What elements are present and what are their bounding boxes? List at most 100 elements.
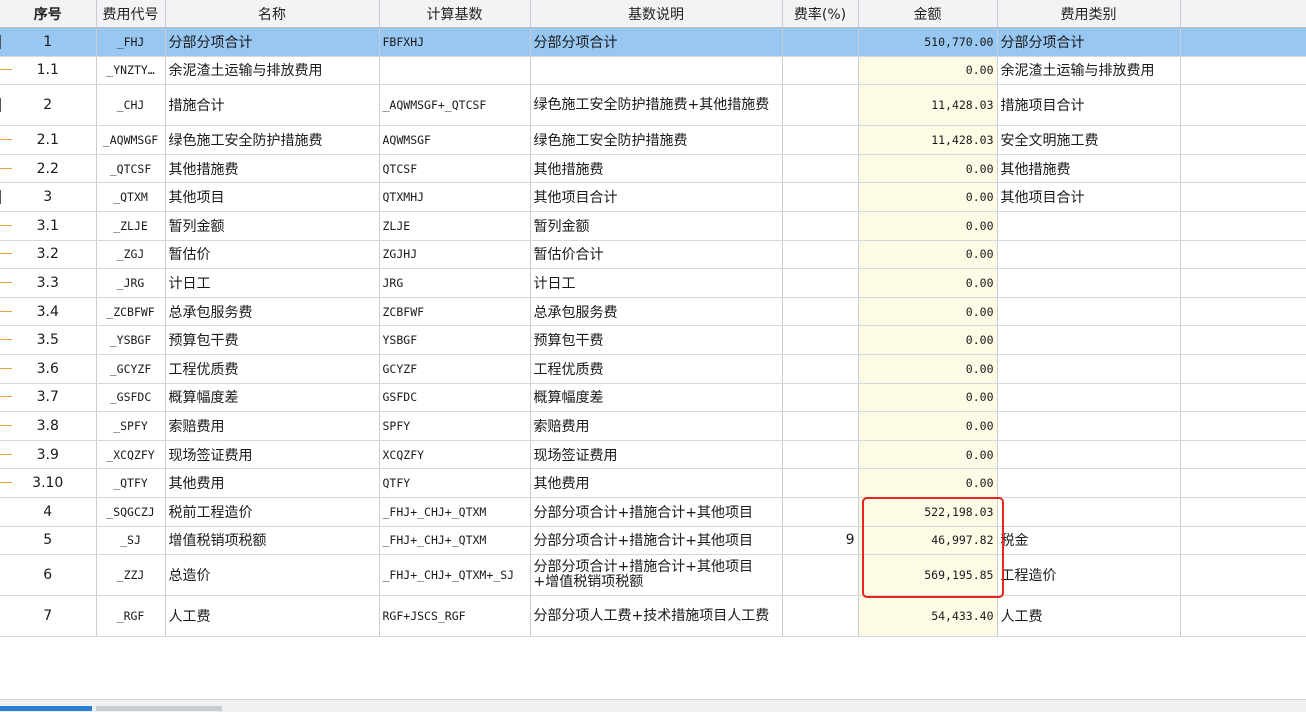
note-cell[interactable] (1180, 182, 1306, 212)
category-cell[interactable]: 工程造价 (997, 554, 1181, 597)
header-note[interactable]: 备注 (1180, 0, 1306, 28)
category-cell[interactable]: 其他项目合计 (997, 182, 1181, 212)
rate-cell[interactable] (782, 354, 859, 384)
table-row[interactable]: 2 _CHJ 措施合计 _AQWMSGF+_QTCSF 绿色施工安全防护措施费+其他措施… (0, 84, 1306, 127)
amount-cell[interactable]: 0.00 (858, 268, 998, 298)
desc-cell[interactable]: 绿色施工安全防护措施费+其他措施费 (530, 84, 783, 127)
name-cell[interactable]: 其他措施费 (165, 154, 380, 184)
desc-cell[interactable]: 绿色施工安全防护措施费 (530, 125, 783, 155)
name-cell[interactable]: 总造价 (165, 554, 380, 597)
base-cell[interactable]: JRG (379, 268, 531, 298)
base-cell[interactable]: _AQWMSGF+_QTCSF (379, 84, 531, 127)
category-cell[interactable]: 其他措施费 (997, 154, 1181, 184)
name-cell[interactable]: 现场签证费用 (165, 440, 380, 470)
note-cell[interactable] (1180, 325, 1306, 355)
desc-cell[interactable]: 概算幅度差 (530, 383, 783, 413)
code-cell[interactable]: _GSFDC (96, 383, 166, 413)
rate-cell[interactable] (782, 182, 859, 212)
seq-cell[interactable]: 3.8 (0, 411, 97, 441)
seq-cell[interactable]: 3.5 (0, 325, 97, 355)
code-cell[interactable]: _AQWMSGF (96, 125, 166, 155)
table-row[interactable]: 4 _SQGCZJ 税前工程造价 _FHJ+_CHJ+_QTXM 分部分项合计+措施合计… (0, 497, 1306, 527)
code-cell[interactable]: _QTCSF (96, 154, 166, 184)
table-row[interactable]: 2.1 _AQWMSGF 绿色施工安全防护措施费 AQWMSGF 绿色施工安全防护措施费… (0, 125, 1306, 155)
table-row[interactable]: 3.10 _QTFY 其他费用 QTFY 其他费用 0.00 (0, 468, 1306, 498)
amount-cell[interactable]: 522,198.03 (858, 497, 998, 527)
bottom-tab-active[interactable] (0, 706, 92, 711)
name-cell[interactable]: 其他项目 (165, 182, 380, 212)
name-cell[interactable]: 计日工 (165, 268, 380, 298)
base-cell[interactable]: FBFXHJ (379, 27, 531, 57)
note-cell[interactable] (1180, 354, 1306, 384)
base-cell[interactable]: YSBGF (379, 325, 531, 355)
category-cell[interactable]: 税金 (997, 526, 1181, 556)
seq-cell[interactable]: 1 (0, 27, 97, 57)
seq-cell[interactable]: 4 (0, 497, 97, 527)
amount-cell[interactable]: 569,195.85 (858, 554, 998, 597)
desc-cell[interactable] (530, 56, 783, 86)
code-cell[interactable]: _YSBGF (96, 325, 166, 355)
desc-cell[interactable]: 其他措施费 (530, 154, 783, 184)
code-cell[interactable]: _CHJ (96, 84, 166, 127)
desc-cell[interactable]: 分部分项合计+措施合计+其他项目 (530, 497, 783, 527)
amount-cell[interactable]: 0.00 (858, 56, 998, 86)
category-cell[interactable]: 安全文明施工费 (997, 125, 1181, 155)
seq-cell[interactable]: 7 (0, 595, 97, 638)
rate-cell[interactable] (782, 325, 859, 355)
category-cell[interactable] (997, 211, 1181, 241)
rate-cell[interactable] (782, 383, 859, 413)
desc-cell[interactable]: 暂估价合计 (530, 240, 783, 270)
rate-cell[interactable] (782, 27, 859, 57)
table-row[interactable]: 3 _QTXM 其他项目 QTXMHJ 其他项目合计 0.00 其他项目合计 (0, 182, 1306, 212)
desc-cell[interactable]: 分部分项人工费+技术措施项目人工费 (530, 595, 783, 638)
seq-cell[interactable]: 3.3 (0, 268, 97, 298)
desc-cell[interactable]: 工程优质费 (530, 354, 783, 384)
table-row[interactable]: 3.9 _XCQZFY 现场签证费用 XCQZFY 现场签证费用 0.00 (0, 440, 1306, 470)
category-cell[interactable] (997, 268, 1181, 298)
seq-cell[interactable]: 3.6 (0, 354, 97, 384)
note-cell[interactable] (1180, 84, 1306, 127)
note-cell[interactable] (1180, 411, 1306, 441)
note-cell[interactable] (1180, 595, 1306, 638)
desc-cell[interactable]: 分部分项合计 (530, 27, 783, 57)
table-row[interactable]: 1 _FHJ 分部分项合计 FBFXHJ 分部分项合计 510,770.00 分部分项合计 (0, 27, 1306, 57)
category-cell[interactable] (997, 383, 1181, 413)
category-cell[interactable]: 人工费 (997, 595, 1181, 638)
code-cell[interactable]: _XCQZFY (96, 440, 166, 470)
category-cell[interactable] (997, 411, 1181, 441)
code-cell[interactable]: _QTXM (96, 182, 166, 212)
rate-cell[interactable] (782, 468, 859, 498)
base-cell[interactable]: _FHJ+_CHJ+_QTXM (379, 526, 531, 556)
amount-cell[interactable]: 0.00 (858, 182, 998, 212)
name-cell[interactable]: 总承包服务费 (165, 297, 380, 327)
rate-cell[interactable] (782, 125, 859, 155)
base-cell[interactable]: AQWMSGF (379, 125, 531, 155)
base-cell[interactable]: _FHJ+_CHJ+_QTXM+_SJ (379, 554, 531, 597)
base-cell[interactable]: QTCSF (379, 154, 531, 184)
rate-cell[interactable] (782, 268, 859, 298)
category-cell[interactable] (997, 240, 1181, 270)
name-cell[interactable]: 措施合计 (165, 84, 380, 127)
desc-cell[interactable]: 其他项目合计 (530, 182, 783, 212)
note-cell[interactable] (1180, 497, 1306, 527)
desc-cell[interactable]: 索赔费用 (530, 411, 783, 441)
name-cell[interactable]: 工程优质费 (165, 354, 380, 384)
amount-cell[interactable]: 11,428.03 (858, 84, 998, 127)
base-cell[interactable]: SPFY (379, 411, 531, 441)
base-cell[interactable]: ZGJHJ (379, 240, 531, 270)
code-cell[interactable]: _ZZJ (96, 554, 166, 597)
name-cell[interactable]: 人工费 (165, 595, 380, 638)
rate-cell[interactable] (782, 297, 859, 327)
amount-cell[interactable]: 0.00 (858, 211, 998, 241)
seq-cell[interactable]: 1.1 (0, 56, 97, 86)
desc-cell[interactable]: 分部分项合计+措施合计+其他项目 (530, 526, 783, 556)
note-cell[interactable] (1180, 211, 1306, 241)
header-amount[interactable]: 金额 (858, 0, 998, 28)
note-cell[interactable] (1180, 27, 1306, 57)
rate-cell[interactable] (782, 440, 859, 470)
rate-cell[interactable] (782, 84, 859, 127)
category-cell[interactable]: 余泥渣土运输与排放费用 (997, 56, 1181, 86)
category-cell[interactable] (997, 440, 1181, 470)
table-row[interactable]: 3.6 _GCYZF 工程优质费 GCYZF 工程优质费 0.00 (0, 354, 1306, 384)
amount-cell[interactable]: 54,433.40 (858, 595, 998, 638)
